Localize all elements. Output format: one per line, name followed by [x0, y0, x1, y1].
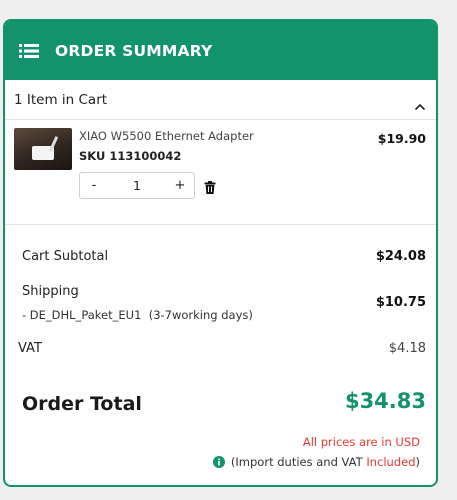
shipping-method-name: - DE_DHL_Paket_EU1: [22, 308, 142, 322]
cart-count-label: 1 Item in Cart: [14, 91, 108, 108]
order-summary-card: ORDER SUMMARY 1 Item in Cart XIAO W5500 …: [3, 19, 438, 487]
trash-icon[interactable]: [204, 179, 216, 194]
duties-included: Included: [366, 455, 416, 469]
cart-toggle[interactable]: 1 Item in Cart: [5, 80, 436, 120]
duties-text: (Import duties and VAT: [230, 455, 363, 469]
info-icon: [212, 456, 225, 468]
shipping-value: $10.75: [375, 295, 426, 310]
increase-quantity-button[interactable]: +: [166, 173, 194, 198]
page-title: ORDER SUMMARY: [55, 41, 213, 60]
quantity-input[interactable]: 1: [108, 173, 166, 198]
vat-value: $4.18: [388, 341, 426, 356]
duties-suffix: ): [415, 455, 421, 469]
subtotal-label: Cart Subtotal: [22, 249, 109, 264]
product-thumbnail[interactable]: [14, 128, 72, 170]
product-price: $19.90: [377, 131, 426, 146]
shipping-method: - DE_DHL_Paket_EU1 (3-7working days): [22, 308, 253, 322]
list-icon: [19, 43, 39, 59]
cart-item: XIAO W5500 Ethernet Adapter SKU 11310004…: [5, 120, 436, 225]
quantity-stepper: - 1 +: [79, 172, 195, 199]
subtotal-value: $24.08: [375, 249, 426, 264]
vat-label: VAT: [18, 341, 42, 356]
shipping-label: Shipping: [22, 284, 79, 299]
decrease-quantity-button[interactable]: -: [80, 173, 108, 198]
order-summary-header: ORDER SUMMARY: [5, 21, 436, 80]
order-total-label: Order Total: [22, 393, 142, 415]
chevron-up-icon[interactable]: [414, 96, 426, 110]
product-name[interactable]: XIAO W5500 Ethernet Adapter: [79, 129, 254, 143]
totals-section: Cart Subtotal $24.08 Shipping - DE_DHL_P…: [5, 225, 436, 485]
duties-note: (Import duties and VAT Included): [212, 455, 421, 469]
shipping-time: (3-7working days): [148, 308, 253, 322]
product-sku: SKU 113100042: [79, 149, 182, 163]
order-total-value: $34.83: [344, 389, 426, 413]
currency-note: All prices are in USD: [302, 435, 420, 449]
